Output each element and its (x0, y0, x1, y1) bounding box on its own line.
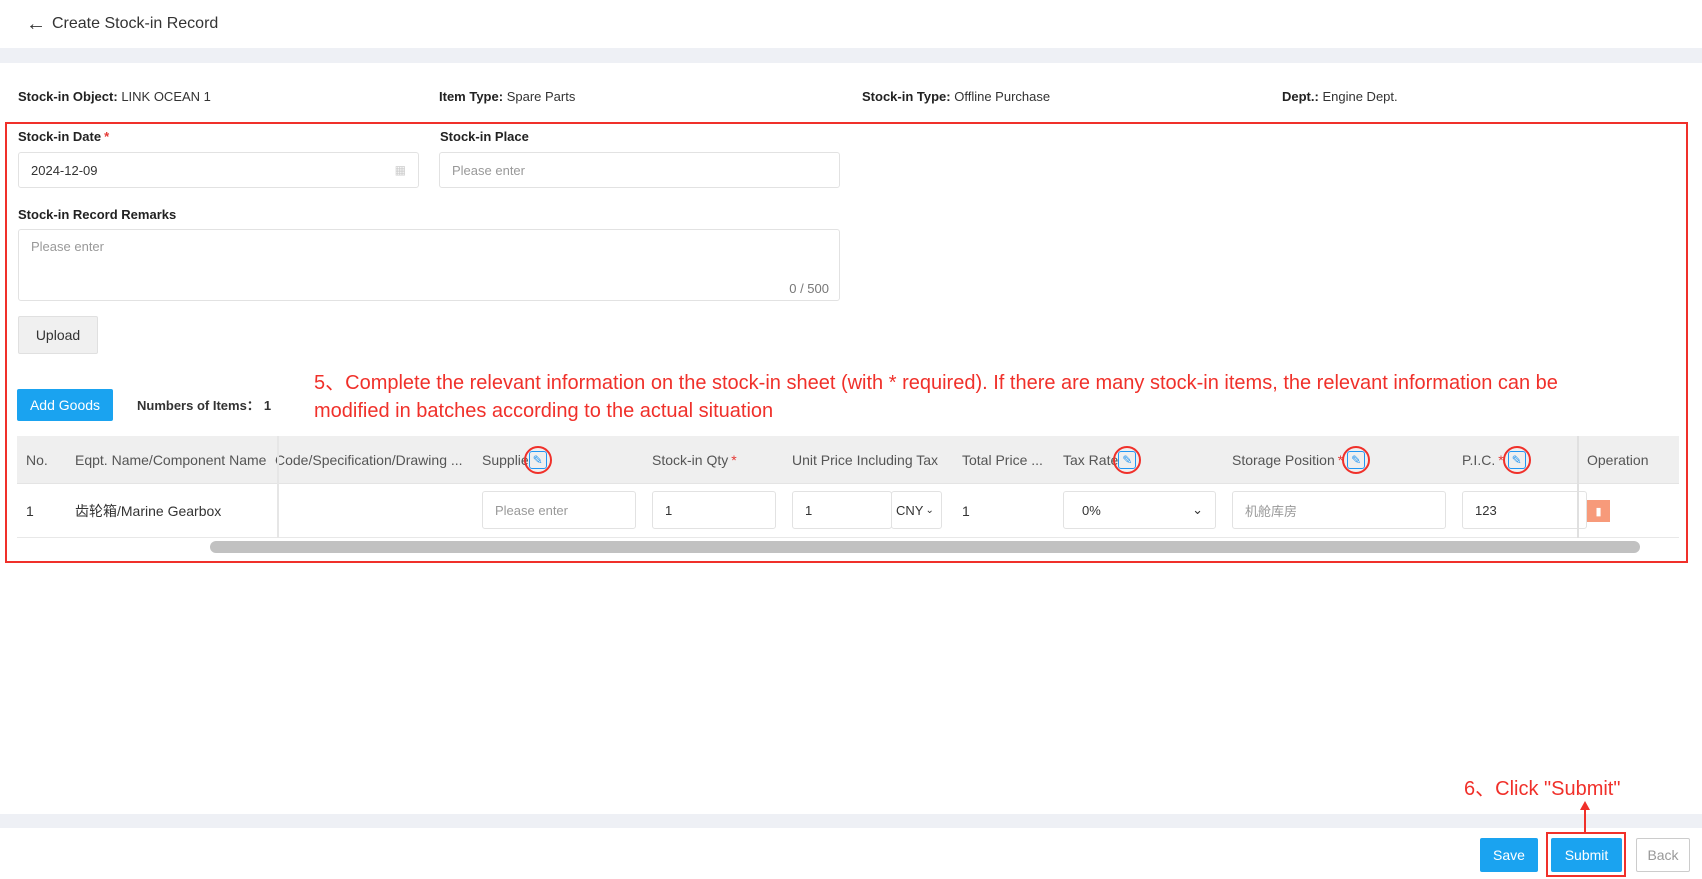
qty-input[interactable]: 1 (652, 491, 776, 529)
annotation-arrowhead (1580, 801, 1590, 810)
batch-edit-icon[interactable]: ✎ (523, 446, 552, 474)
add-goods-button[interactable]: Add Goods (17, 389, 113, 421)
info-stock-in-object: Stock-in Object: LINK OCEAN 1 (18, 89, 211, 104)
table-row: 1 齿轮箱/Marine Gearbox Please enter 1 1 CN… (17, 484, 1679, 538)
annotation-arrow (1584, 808, 1586, 832)
col-total-price: Total Price ... (962, 452, 1043, 468)
stock-in-place-input[interactable]: Please enter (439, 152, 840, 188)
arrow-left-icon[interactable]: ← (26, 13, 46, 36)
batch-edit-icon[interactable]: ✎ (1342, 446, 1371, 474)
remarks-textarea[interactable]: Please enter 0 / 500 (18, 229, 840, 301)
chevron-down-icon: ⌄ (925, 504, 934, 516)
col-pic: P.I.C. * ✎ (1462, 436, 1531, 484)
submit-button[interactable]: Submit (1551, 838, 1622, 872)
horizontal-scrollbar[interactable] (210, 541, 1640, 553)
supplier-input[interactable]: Please enter (482, 491, 636, 529)
save-button[interactable]: Save (1480, 838, 1538, 872)
cell-name: 齿轮箱/Marine Gearbox (75, 503, 222, 519)
info-stock-in-type: Stock-in Type: Offline Purchase (862, 89, 1051, 104)
stock-in-date-input[interactable]: 2024-12-09 ▦ (18, 152, 419, 188)
stock-in-place-label: Stock-in Place (440, 129, 529, 144)
upload-button[interactable]: Upload (18, 316, 98, 354)
page-title: Create Stock-in Record (52, 15, 219, 32)
remarks-char-count: 0 / 500 (789, 281, 829, 296)
name-column-shadow (277, 436, 279, 538)
col-no: No. (26, 452, 48, 468)
table-header: No. Eqpt. Name/Component Name Code/Speci… (17, 436, 1679, 484)
pic-input[interactable]: 123 (1462, 491, 1587, 529)
batch-edit-icon[interactable]: ✎ (1113, 446, 1142, 474)
step6-annotation: 6、Click "Submit" (1464, 778, 1621, 800)
page-header: ← Create Stock-in Record (0, 0, 1702, 48)
col-storage-position: Storage Position * ✎ (1232, 436, 1371, 484)
col-code: Code/Specification/Drawing ... (275, 452, 463, 468)
unit-price-input[interactable]: 1 (792, 491, 892, 529)
col-supplier: Supplie ✎ (482, 436, 552, 484)
trash-icon: ▮ (1595, 505, 1602, 518)
calendar-icon: ▦ (394, 163, 406, 177)
batch-edit-icon[interactable]: ✎ (1502, 446, 1531, 474)
remarks-label: Stock-in Record Remarks (18, 207, 177, 222)
col-qty: Stock-in Qty * (652, 452, 737, 468)
step5-annotation: 5、Complete the relevant information on t… (314, 372, 1558, 422)
storage-position-input[interactable]: 机舱库房 (1232, 491, 1446, 529)
operation-column-shadow (1577, 436, 1579, 538)
goods-table: No. Eqpt. Name/Component Name Code/Speci… (17, 436, 1679, 538)
cell-no: 1 (26, 503, 34, 519)
chevron-down-icon: ⌄ (1192, 502, 1203, 517)
currency-select[interactable]: CNY ⌄ (891, 491, 942, 529)
col-tax-rate: Tax Rate ✎ (1063, 436, 1142, 484)
col-unit-price: Unit Price Including Tax (792, 452, 939, 468)
numbers-of-items: Numbers of Items： 1 (137, 398, 272, 413)
tax-rate-select[interactable]: 0% ⌄ (1063, 491, 1216, 529)
info-item-type: Item Type: Spare Parts (439, 89, 576, 104)
delete-button[interactable]: ▮ (1587, 500, 1610, 522)
stock-in-date-label: Stock-in Date * (18, 129, 110, 144)
info-dept: Dept.: Engine Dept. (1282, 89, 1398, 104)
cell-total: 1 (962, 503, 970, 519)
divider (0, 48, 1702, 63)
col-name: Eqpt. Name/Component Name (75, 452, 267, 468)
divider (0, 814, 1702, 828)
back-button[interactable]: Back (1636, 838, 1690, 872)
col-operation: Operation (1587, 452, 1649, 468)
